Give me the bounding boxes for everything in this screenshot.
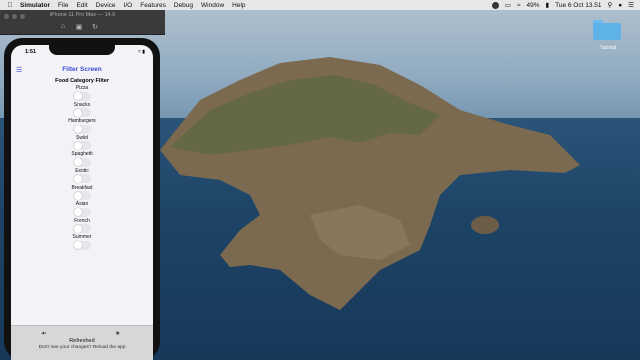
screenshot-icon[interactable]: ▣ [74,22,84,31]
filter-toggle[interactable] [73,191,91,201]
filter-label: Asian [75,201,89,208]
toggle-knob [73,108,82,117]
simulator-title: iPhone 11 Pro Max — 14.0 [49,12,116,18]
wifi-icon[interactable]: ≈ [517,2,521,9]
filter-label: Breakfast [71,184,93,191]
filter-label: Snacks [73,101,91,108]
menu-device[interactable]: Device [96,2,116,9]
toast-title: Refreshed [69,338,95,344]
filter-toggle[interactable] [73,141,91,151]
filter-toggle[interactable] [73,124,91,134]
toggle-knob [73,141,82,150]
folder-icon[interactable] [593,20,623,42]
phone-screen: 1:51 ≈ ▮ ☰ Filter Screen Food Category F… [11,45,153,360]
toggle-knob [73,125,82,134]
filter-row: Summer [11,234,153,251]
tab-bar: ☙ ★ Refreshed Don't see your changes? Re… [11,325,153,360]
simulator-titlebar: iPhone 11 Pro Max — 14.0 ⌂ ▣ ↻ [0,10,165,35]
filter-label: Pizza [75,85,89,91]
filter-label: Exotic [75,167,89,174]
filter-toggle[interactable] [73,207,91,217]
status-time: 1:51 [25,49,37,55]
toggle-knob [73,191,82,200]
notch [49,45,115,55]
filter-toggle[interactable] [73,240,91,250]
filter-toggle[interactable] [73,91,91,101]
filter-row: Exotic [11,168,153,185]
toggle-knob [73,92,82,100]
rotate-icon[interactable]: ↻ [90,22,100,31]
iphone-device: 1:51 ≈ ▮ ☰ Filter Screen Food Category F… [4,38,160,360]
filter-toggle[interactable] [73,174,91,184]
menu-features[interactable]: Features [140,2,166,9]
battery-icon[interactable]: ▮ [546,1,550,9]
filter-label: Spaghetti [71,151,93,158]
apple-icon[interactable]:  [6,1,14,9]
folder-label[interactable]: Tutorial [588,45,628,51]
nav-title: Filter Screen [62,66,102,73]
filter-list: Pizza Snacks Hamburgers Swiid Spaghetti … [11,85,153,251]
filter-row: Spaghetti [11,151,153,168]
toggle-knob [73,158,82,167]
filter-toggle[interactable] [73,224,91,234]
battery-percent[interactable]: 49% [527,2,540,9]
toggle-knob [73,241,82,250]
menu-app-name[interactable]: Simulator [20,2,50,9]
filter-row: Snacks [11,102,153,119]
control-center-icon[interactable]: ☰ [628,1,634,9]
search-icon[interactable]: ⚲ [607,1,612,9]
menu-edit[interactable]: Edit [76,2,87,9]
filter-label: Swiid [76,134,88,141]
wallpaper-island [160,57,580,310]
status-icons: ≈ ▮ [138,49,145,55]
star-icon[interactable]: ★ [115,330,120,337]
menu-window[interactable]: Window [201,2,224,9]
filter-row: Swiid [11,135,153,152]
filter-label: French [74,217,90,224]
filter-row: Asian [11,201,153,218]
toggle-knob [73,174,82,183]
menu-io[interactable]: I/O [124,2,133,9]
menu-file[interactable]: File [58,2,68,9]
filter-label: Summer [72,234,92,241]
section-title: Food Category Filter [55,78,109,84]
menubar-clock[interactable]: Tue 6 Oct 13.51 [555,2,601,9]
meals-icon[interactable]: ☙ [41,330,46,337]
filter-label: Hamburgers [68,118,96,125]
tray-app-icon[interactable] [491,1,499,9]
filter-row: Breakfast [11,185,153,202]
siri-icon[interactable]: ● [618,2,622,9]
toast-subtitle: Don't see your changes? Reload the app [38,345,126,350]
toggle-knob [73,208,82,217]
filter-toggle[interactable] [73,157,91,167]
menubar:  Simulator File Edit Device I/O Feature… [0,0,640,10]
folder-body [593,23,621,40]
filter-row: Pizza [11,85,153,102]
filter-row: Hamburgers [11,118,153,135]
menu-help[interactable]: Help [232,2,245,9]
toggle-knob [73,224,82,233]
menu-debug[interactable]: Debug [174,2,193,9]
filter-row: French [11,218,153,235]
display-icon[interactable]: ▭ [505,1,511,9]
filter-toggle[interactable] [73,108,91,118]
home-icon[interactable]: ⌂ [58,22,68,31]
